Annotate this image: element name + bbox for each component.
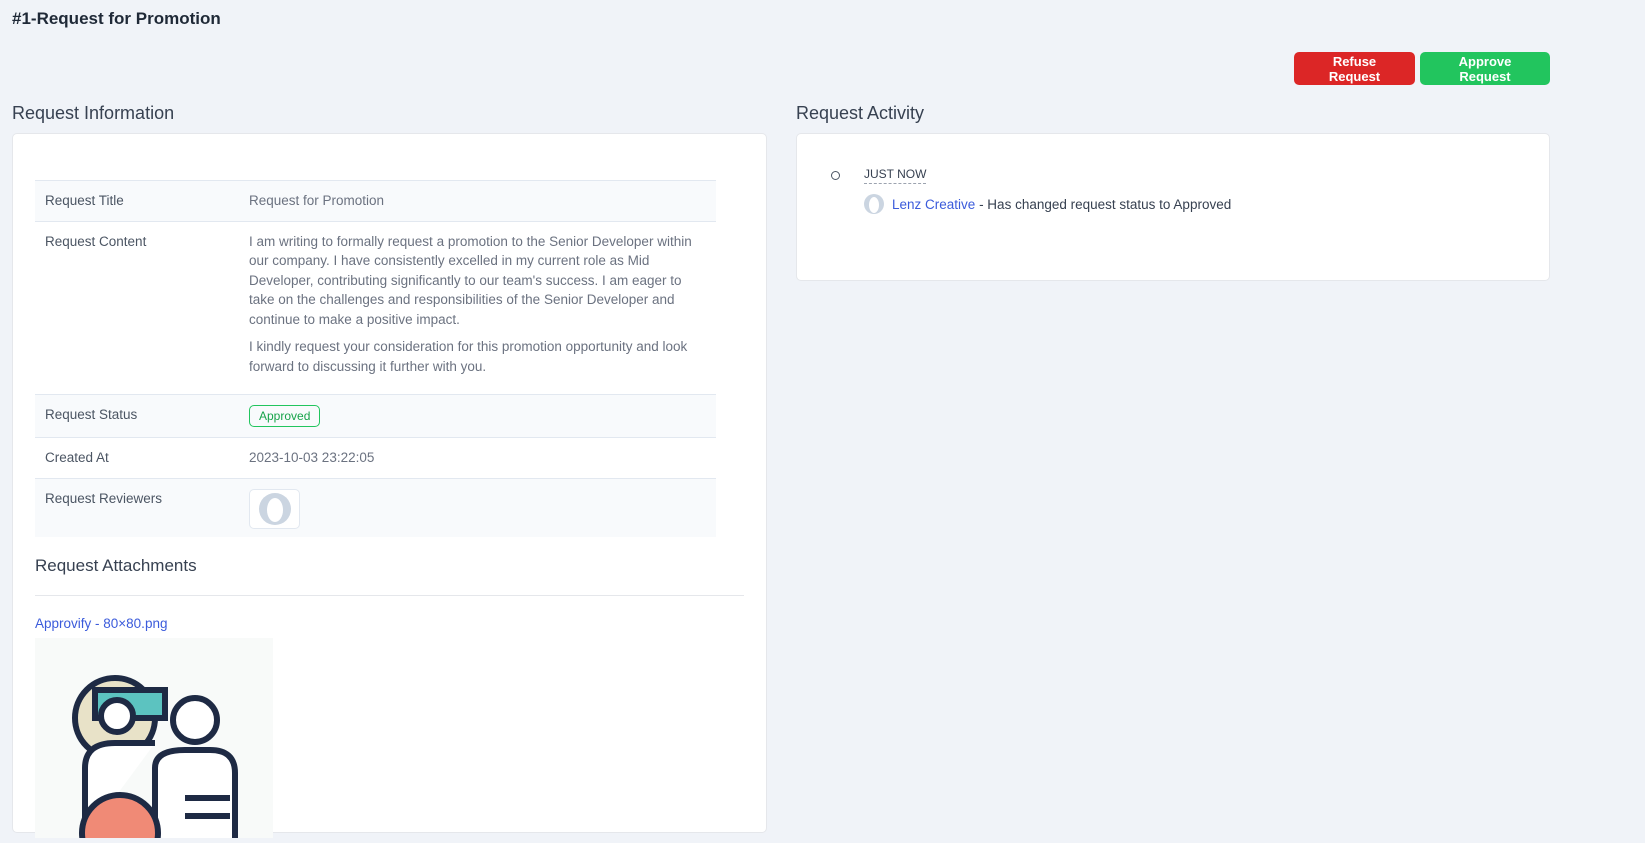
table-row: Request Status Approved: [35, 394, 716, 438]
table-row: Request Title Request for Promotion: [35, 180, 716, 221]
request-title-value: Request for Promotion: [239, 180, 716, 221]
attachment-link[interactable]: Approvify - 80×80.png: [35, 616, 167, 631]
row-label: Request Reviewers: [35, 477, 239, 537]
user-avatar-icon: [258, 492, 291, 525]
content-paragraph: I am writing to formally request a promo…: [249, 233, 692, 327]
row-label: Request Title: [35, 180, 239, 221]
request-activity-title: Request Activity: [796, 103, 925, 123]
refuse-request-button[interactable]: Refuse Request: [1294, 52, 1415, 85]
request-info-table: Request Title Request for Promotion Reque…: [35, 180, 716, 537]
reviewer-avatar[interactable]: [249, 488, 300, 529]
promotion-illustration-icon: [72, 675, 238, 843]
request-content-value: I am writing to formally request a promo…: [239, 220, 716, 395]
created-at-value: 2023-10-03 23:22:05: [239, 437, 716, 478]
request-information-card: Request Title Request for Promotion Reque…: [12, 133, 767, 843]
content-paragraph: I kindly request your consideration for …: [249, 339, 688, 374]
activity-time: JUST NOW: [864, 167, 927, 184]
activity-item: Lenz Creative - Has changed request stat…: [864, 194, 1231, 214]
row-label: Request Content: [35, 220, 239, 395]
activity-user-link[interactable]: Lenz Creative: [892, 197, 975, 212]
page-title: #1-Request for Promotion: [12, 9, 221, 28]
row-label: Created At: [35, 437, 239, 478]
table-row: Created At 2023-10-03 23:22:05: [35, 437, 716, 478]
request-activity-card: JUST NOW Lenz Creative - Has changed req…: [796, 133, 1550, 281]
timeline-dot-icon: [831, 171, 840, 180]
divider: [35, 595, 744, 596]
approve-request-button[interactable]: Approve Request: [1420, 52, 1550, 85]
table-row: Request Reviewers: [35, 477, 716, 537]
attachment-preview-image[interactable]: [35, 638, 273, 843]
activity-text: - Has changed request status to Approved: [979, 196, 1232, 212]
table-row: Request Content I am writing to formally …: [35, 220, 716, 395]
user-avatar-icon: [864, 194, 884, 214]
status-badge: Approved: [249, 405, 321, 427]
request-information-title: Request Information: [12, 103, 175, 123]
row-label: Request Status: [35, 394, 239, 438]
attachments-title: Request Attachments: [35, 556, 197, 575]
